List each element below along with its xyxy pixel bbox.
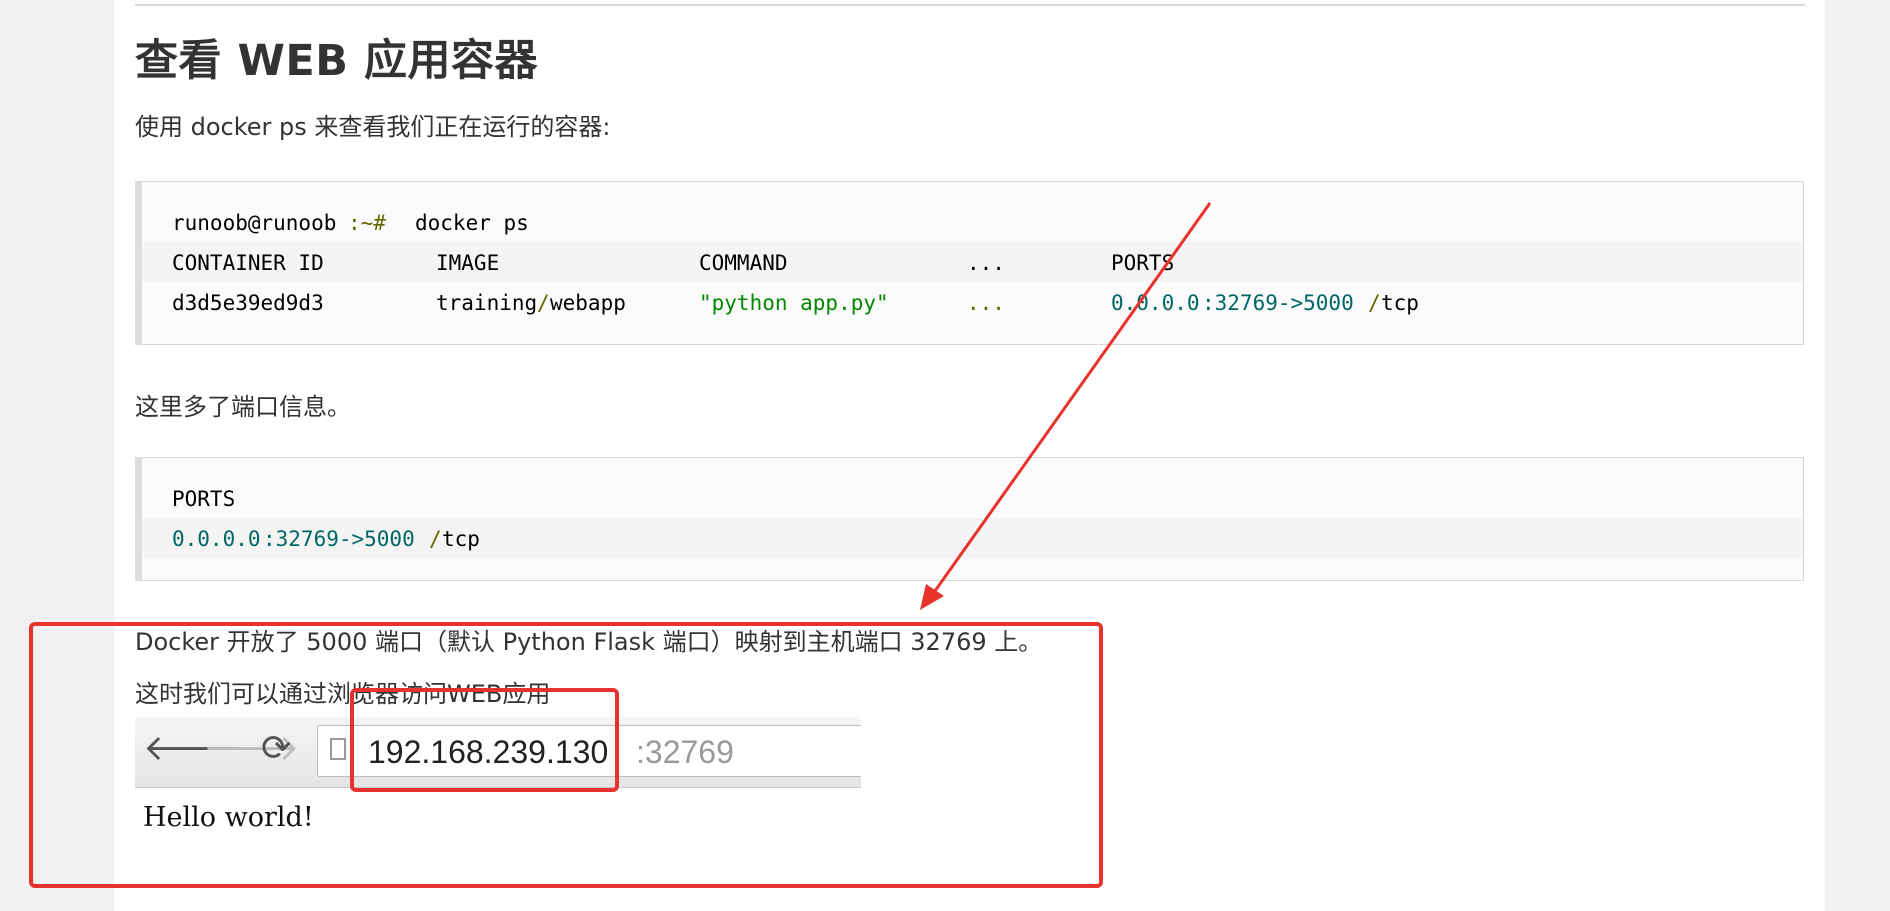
arrow-head <box>920 584 944 610</box>
annotation-arrow <box>920 202 1212 610</box>
arrow-line <box>928 202 1212 599</box>
